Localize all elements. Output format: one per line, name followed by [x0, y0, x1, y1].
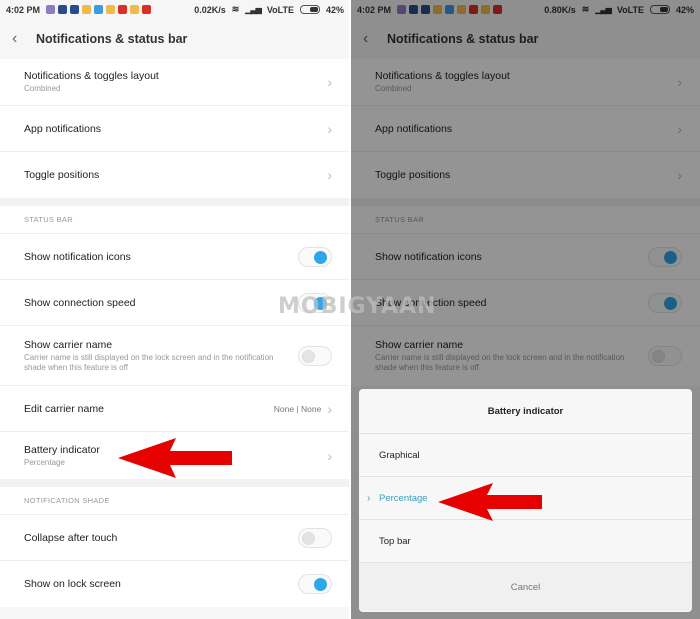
option-label: Top bar [379, 535, 411, 547]
toggle-knob [314, 578, 327, 591]
settings-item-show-carrier-name[interactable]: Show carrier name Carrier name is still … [0, 326, 350, 386]
collapse-after-touch-toggle[interactable] [298, 527, 332, 548]
section-gap [0, 198, 350, 206]
item-subtitle: Carrier name is still displayed on the l… [24, 352, 274, 372]
item-title: Show on lock screen [24, 578, 121, 590]
image-app-icon [70, 5, 80, 14]
section-heading-notification-shade: NOTIFICATION SHADE [0, 487, 350, 515]
chevron-right-icon: › [327, 167, 332, 183]
toggle-knob [302, 349, 315, 363]
option-label: Graphical [379, 449, 420, 461]
item-title: Show connection speed [24, 296, 136, 309]
back-icon[interactable]: ‹ [12, 30, 36, 48]
yellow-app-icon [82, 5, 92, 14]
settings-item-edit-carrier-name[interactable]: Edit carrier name None | None › [0, 386, 350, 432]
selected-chevron-icon: › [367, 492, 371, 504]
section-gap [0, 479, 350, 487]
settings-item-show-notification-icons[interactable]: Show notification icons [0, 234, 350, 280]
settings-item-show-on-lock-screen[interactable]: Show on lock screen [0, 561, 350, 607]
yellow-app-icon [130, 5, 140, 14]
settings-item-toggle-positions[interactable]: Toggle positions › [0, 152, 350, 198]
yellow-app-icon [106, 5, 116, 14]
option-graphical[interactable]: Graphical [359, 434, 692, 477]
item-subtitle: Combined [24, 84, 61, 93]
upload-icon [94, 5, 104, 14]
item-title: Collapse after touch [24, 531, 118, 544]
settings-item-collapse-after-touch[interactable]: Collapse after touch [0, 515, 350, 561]
settings-item-app-notifications[interactable]: App notifications › [0, 106, 350, 152]
signal-icon: ▁▃▅ [245, 5, 262, 14]
page-title: Notifications & status bar [36, 32, 188, 46]
image-app-icon [58, 5, 68, 14]
youtube-icon [142, 5, 152, 14]
battery-percent: 42% [325, 4, 344, 15]
cancel-button[interactable]: Cancel [359, 563, 692, 611]
dialog-title: Battery indicator [359, 389, 692, 434]
item-title: Notifications & toggles layout [24, 70, 159, 82]
chevron-right-icon: › [327, 400, 332, 417]
lock-screen-toggle[interactable] [298, 574, 332, 594]
top-settings-group: Notifications & toggles layout Combined … [0, 59, 350, 198]
network-type: VoLTE [266, 4, 294, 15]
youtube-icon [118, 5, 128, 14]
item-title: Show carrier name [24, 338, 113, 351]
red-arrow-annotation [438, 483, 542, 521]
item-title: Show notification icons [24, 250, 131, 263]
item-title: Edit carrier name [24, 402, 104, 415]
carrier-name-value: None | None [273, 403, 322, 414]
connection-speed: 0.02K/s [194, 4, 226, 15]
chevron-right-icon: › [327, 74, 332, 90]
chevron-right-icon: › [327, 447, 332, 464]
item-title: App notifications [24, 122, 102, 135]
settings-item-notifications-layout[interactable]: Notifications & toggles layout Combined … [0, 59, 350, 106]
status-time: 4:02 PM [6, 4, 41, 15]
chevron-right-icon: › [327, 120, 332, 137]
notification-icons-toggle[interactable] [298, 246, 332, 267]
notification-icons [46, 5, 152, 14]
item-title: Toggle positions [24, 169, 100, 181]
option-label: Percentage [379, 492, 428, 504]
battery-icon [299, 5, 320, 14]
toggle-knob [302, 531, 315, 545]
section-heading-status-bar: STATUS BAR [0, 206, 350, 234]
option-top-bar[interactable]: Top bar [359, 520, 692, 563]
wifi-icon: ≋ [231, 4, 240, 14]
carrier-name-toggle[interactable] [298, 345, 332, 366]
watermark: MOBIGYAAN [278, 294, 437, 319]
status-bar: 4:02 PM 0.02K/s ≋ ▁▃▅ VoLTE 42% [0, 0, 350, 19]
purple-app-icon [46, 5, 56, 14]
red-arrow-annotation [118, 438, 232, 478]
page-header: ‹ Notifications & status bar [0, 19, 350, 59]
notification-shade-group: Collapse after touch Show on lock screen [0, 515, 350, 607]
toggle-knob [314, 250, 327, 264]
